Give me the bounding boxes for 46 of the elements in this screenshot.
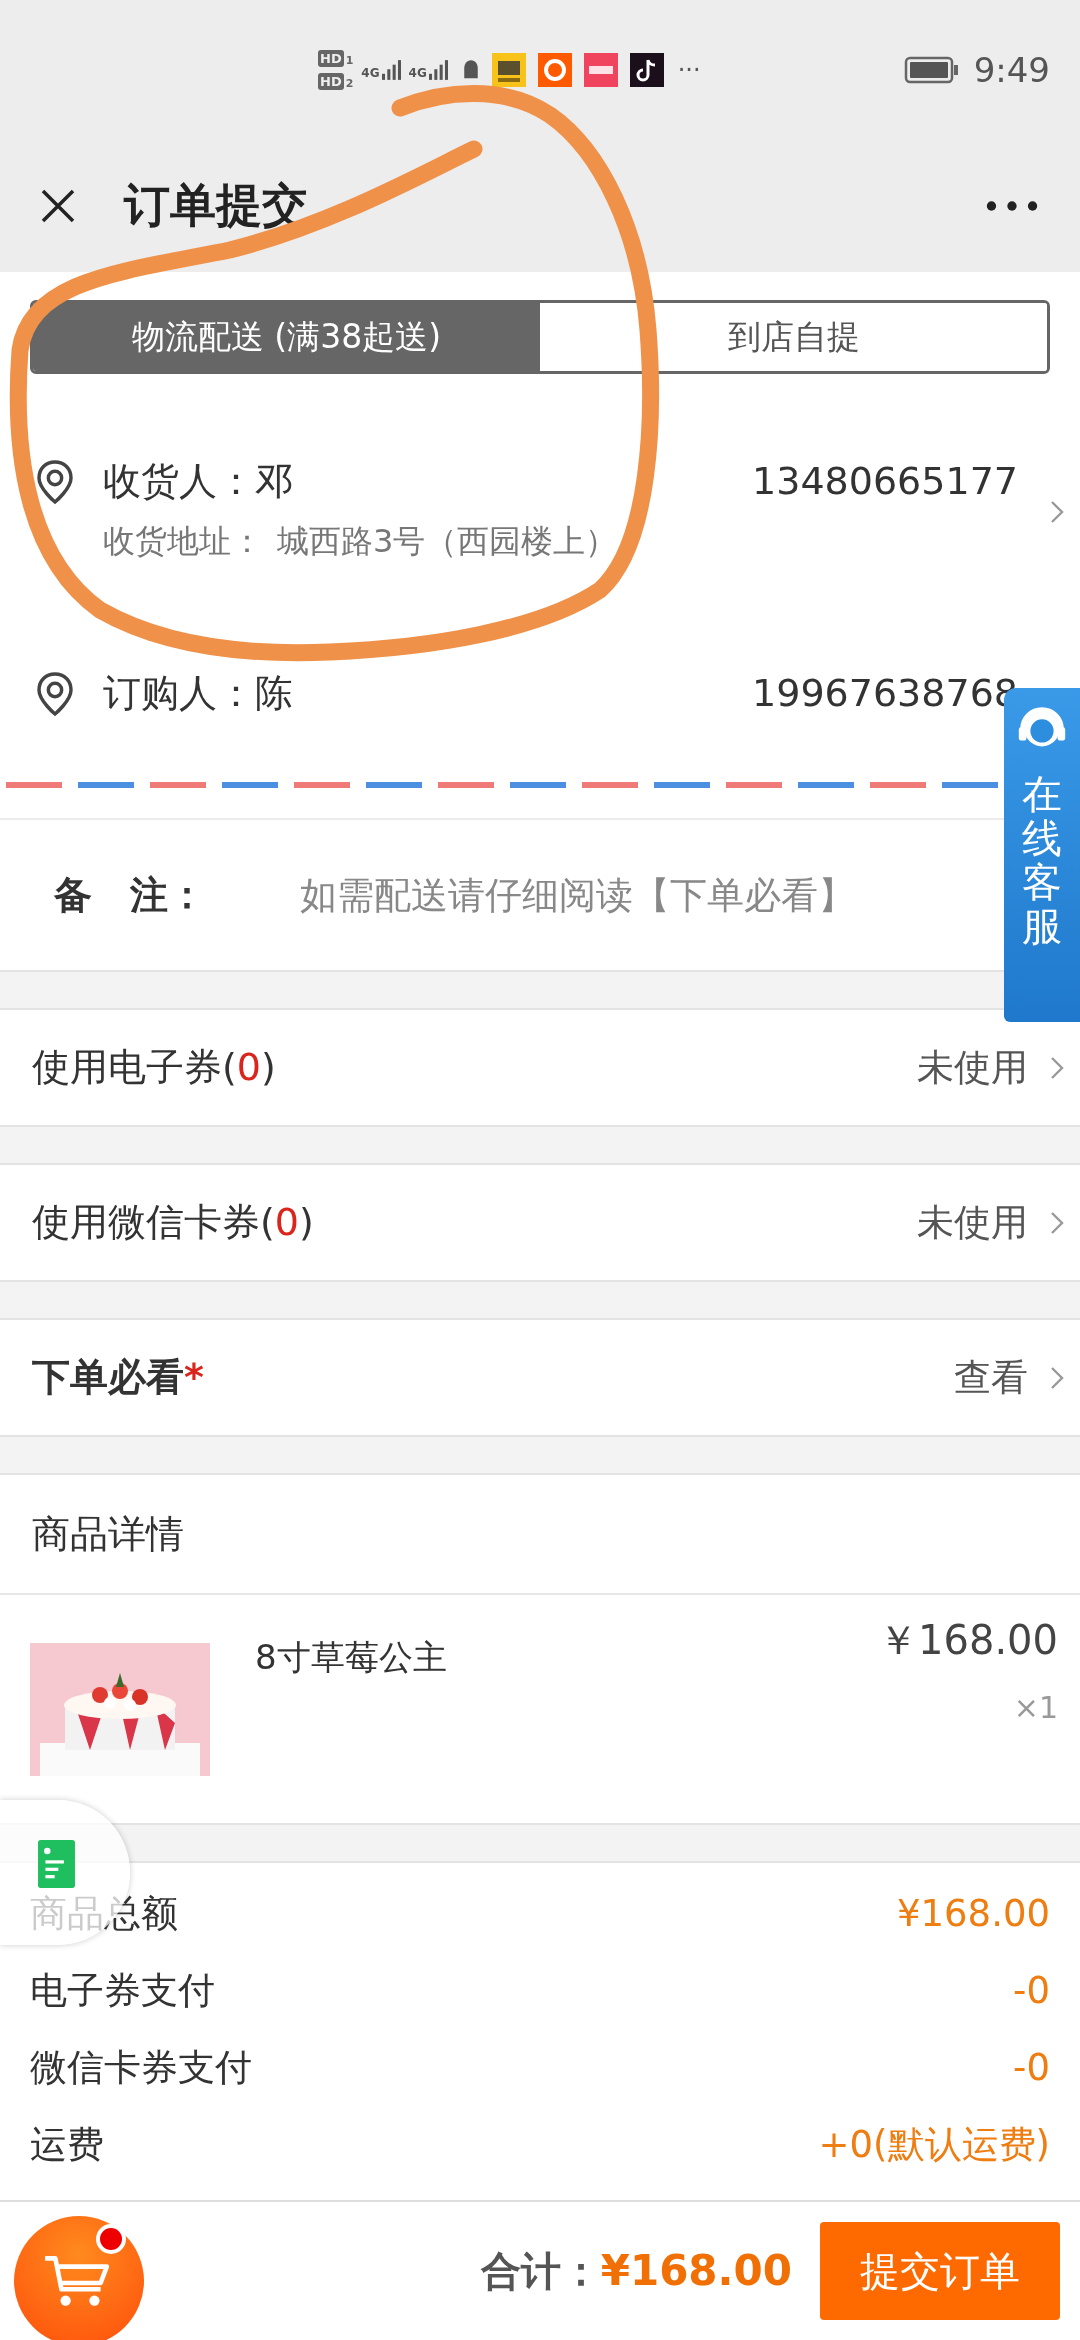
- delivery-tab[interactable]: 物流配送 (满38起送): [33, 303, 540, 371]
- document-icon: [38, 1840, 75, 1888]
- remark-field[interactable]: 如需配送请仔细阅读【下单必看】: [300, 873, 980, 917]
- total-amount: ¥168.00: [600, 2245, 792, 2295]
- summary-value: ¥168.00: [897, 1892, 1050, 1935]
- app-icon: [537, 53, 572, 87]
- network-label: 4G: [361, 66, 380, 80]
- summary-value: -0: [1013, 1969, 1050, 2012]
- location-pin-icon: [35, 458, 75, 506]
- product-price: ￥168.00: [878, 1616, 1058, 1665]
- sim-badge: HD: [318, 73, 344, 90]
- coupon-label: 使用微信卡券(0): [32, 1199, 314, 1246]
- app-icon: [583, 53, 618, 87]
- sim-number: 2: [345, 77, 354, 90]
- summary-value: -0: [1013, 2046, 1050, 2089]
- sim-badge: HD: [318, 50, 344, 67]
- signal-icon: [428, 60, 448, 80]
- contact-name: 订购人：陈: [103, 669, 293, 717]
- music-note-icon: [629, 53, 664, 87]
- battery-icon: [903, 56, 960, 84]
- coupon-label: 使用电子券(0): [32, 1044, 276, 1091]
- more-notifications: ···: [677, 56, 701, 84]
- summary-value: +0(默认运费): [818, 2121, 1050, 2168]
- option-link[interactable]: 未使用: [917, 1042, 1068, 1093]
- summary-label: 电子券支付: [30, 1967, 215, 2014]
- total-label: 合计：: [480, 2246, 601, 2296]
- address-text: 城西路3号（西园楼上）: [277, 521, 618, 562]
- option-link[interactable]: 查看: [954, 1352, 1068, 1403]
- option-link[interactable]: 未使用: [917, 1197, 1068, 1248]
- notice-label: 下单必看*: [32, 1354, 204, 1401]
- clock-time: 9:49: [973, 50, 1050, 90]
- product-quantity: ×1: [1013, 1690, 1058, 1725]
- sim-number: 1: [345, 54, 354, 67]
- address-label: 收货地址：: [103, 521, 263, 562]
- remark-label: 备 注：: [54, 871, 207, 919]
- app-icon: [491, 53, 526, 87]
- location-pin-icon: [35, 670, 75, 718]
- summary-label: 运费: [30, 2121, 104, 2168]
- section-heading: 商品详情: [32, 1510, 184, 1558]
- product-name: 8寸草莓公主: [255, 1636, 448, 1679]
- contact-name: 收货人：邓: [103, 457, 293, 505]
- network-label: 4G: [408, 66, 427, 80]
- phone-number: 13480665177: [752, 459, 1018, 503]
- more-menu-icon[interactable]: [984, 200, 1040, 212]
- summary-label: 微信卡券支付: [30, 2044, 252, 2091]
- signal-icon: [381, 60, 401, 80]
